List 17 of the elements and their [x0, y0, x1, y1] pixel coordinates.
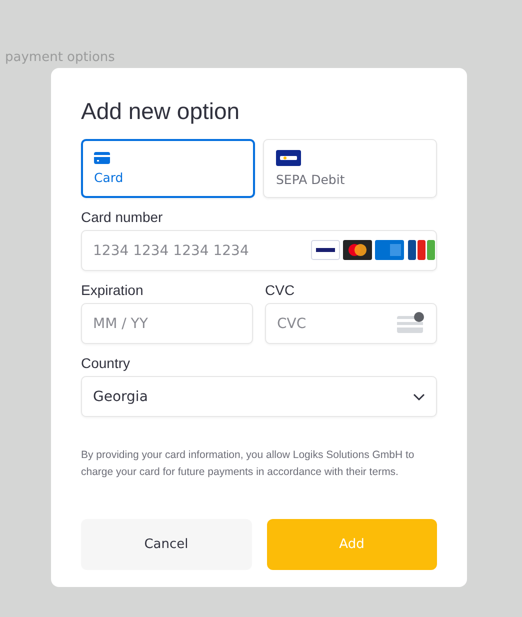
- field-label: Card number: [81, 209, 164, 225]
- payment-method-tab[interactable]: SEPA Debit: [263, 139, 437, 198]
- terms-notice: By providing your card information, you allow Logiks Solutions GmbH to charge your card for future payments in accordance with their terms.: [81, 448, 416, 480]
- chevron-down-icon: [413, 392, 425, 400]
- field-label: Country: [81, 355, 132, 371]
- field-label: Expiration: [81, 282, 144, 298]
- payment-method-tab[interactable]: Card: [81, 139, 255, 198]
- cancel-button[interactable]: Cancel: [81, 519, 252, 570]
- cvc-field[interactable]: CVC: [265, 303, 437, 344]
- expiration-field[interactable]: MM / YY: [81, 303, 253, 344]
- card-icon: [94, 152, 110, 164]
- field-label: CVC: [265, 282, 296, 298]
- page-heading: payment options: [5, 50, 116, 65]
- card-back-icon: [397, 312, 425, 334]
- dialog-title: Add new option: [81, 98, 241, 125]
- country-select[interactable]: Georgia: [81, 376, 437, 417]
- mastercard-logo-icon: [343, 240, 372, 260]
